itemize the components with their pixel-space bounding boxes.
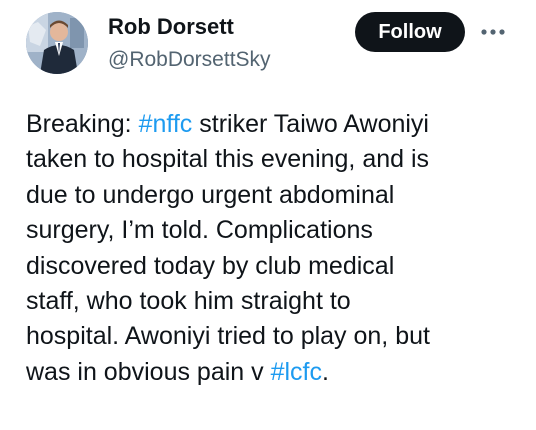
follow-button[interactable]: Follow <box>355 12 465 52</box>
text-segment: was in obvious pain v <box>26 357 271 386</box>
tweet-line: Breaking: #nffc striker Taiwo Awoniyi <box>26 107 531 142</box>
author-handle[interactable]: @RobDorsettSky <box>108 47 271 73</box>
hashtag-link[interactable]: #lcfc <box>271 358 322 386</box>
text-segment: . <box>322 357 329 386</box>
tweet-line: was in obvious pain v #lcfc. <box>26 355 531 390</box>
tweet-line: due to undergo urgent abdominal <box>26 180 395 209</box>
text-segment: striker Taiwo Awoniyi <box>192 110 429 138</box>
tweet-card: Rob Dorsett @RobDorsettSky Follow Breaki… <box>0 0 536 430</box>
tweet-line: taken to hospital this evening, and is <box>26 145 430 174</box>
more-horizontal-icon <box>481 29 505 35</box>
avatar-photo <box>26 12 88 74</box>
avatar[interactable] <box>26 12 88 74</box>
tweet-line: hospital. Awoniyi tried to play on, but <box>26 322 430 351</box>
tweet-line: discovered today by club medical <box>26 251 395 280</box>
tweet-line: staff, who took him straight to <box>26 287 351 316</box>
tweet-text: Breaking: #nffc striker Taiwo Awoniyi ta… <box>26 107 531 390</box>
author-display-name[interactable]: Rob Dorsett <box>108 14 234 40</box>
tweet-line: surgery, I’m told. Complications <box>26 216 373 245</box>
text-segment: Breaking: <box>26 110 139 138</box>
more-options-button[interactable] <box>478 18 508 46</box>
hashtag-link[interactable]: #nffc <box>139 110 193 138</box>
